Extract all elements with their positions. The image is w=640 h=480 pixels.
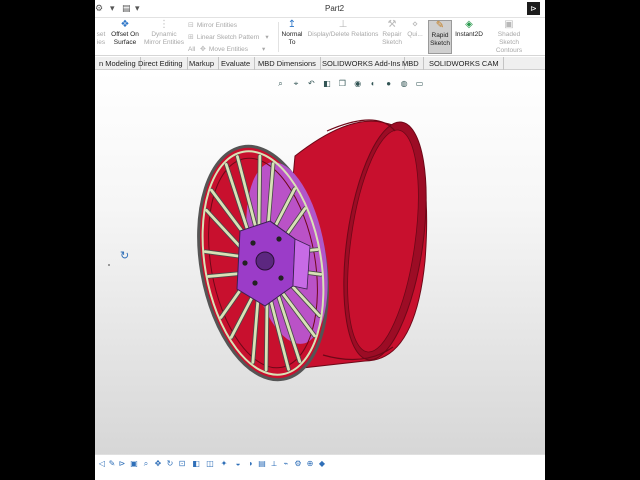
help-icon[interactable]: ◆: [317, 459, 327, 469]
settings-icon[interactable]: ⚙: [293, 459, 303, 469]
tab-direct-editing[interactable]: Direct Editing: [134, 57, 188, 70]
lug-hole: [276, 236, 282, 242]
rapid-sketch-button[interactable]: ✎ Rapid Sketch: [428, 20, 452, 54]
light-icon[interactable]: ✦: [219, 459, 229, 469]
linear-sketch-pattern-button[interactable]: ⊞ Linear Sketch Pattern ▾: [188, 33, 269, 41]
tools-icon[interactable]: ✎: [107, 459, 117, 469]
view-icon[interactable]: ◁: [97, 459, 107, 469]
print-icon[interactable]: ▤: [122, 3, 131, 14]
filter-icon[interactable]: ▣: [129, 459, 139, 469]
quick-snaps-icon: ⋄: [411, 19, 419, 30]
offset-entities-icon: [95, 20, 107, 30]
normal-to-icon: ↥: [287, 19, 297, 30]
quick-snaps-button[interactable]: ⋄ Qui...: [406, 20, 424, 39]
offset-entities-button[interactable]: set ies: [95, 20, 107, 47]
rapid-sketch-icon: ✎: [435, 20, 445, 31]
mirror-entities-button[interactable]: ⊟ Mirror Entities: [188, 21, 237, 29]
center-bore: [255, 251, 275, 271]
window-title: Part2: [325, 4, 345, 13]
sketch-ribbon: set ies ❖ Offset On Surface ⋮ Dynamic Mi…: [95, 18, 545, 56]
repair-icon: ⚒: [387, 19, 397, 30]
tab-evaluate[interactable]: Evaluate: [217, 57, 256, 70]
display-delete-relations-button[interactable]: ⊥ Display/Delete Relations: [307, 20, 379, 39]
shaded-contours-icon: ▣: [504, 19, 514, 30]
normal-to-button[interactable]: ↥ Normal To: [281, 20, 303, 47]
wheel-model[interactable]: [95, 71, 545, 459]
move-icon: ✥: [200, 46, 206, 53]
pan-icon[interactable]: ✥: [153, 459, 163, 469]
solidworks-window: ⚙ ▾ ▤ ▾ Part2 ⊳ set ies ❖ Offset On Surf…: [95, 0, 545, 480]
lug-hole: [278, 275, 284, 281]
tab-solidworks-cam[interactable]: SOLIDWORKS CAM: [425, 57, 504, 70]
options-icon[interactable]: ⚙: [95, 3, 103, 14]
right-letterbox: [545, 0, 640, 480]
repair-sketch-button[interactable]: ⚒ Repair Sketch: [381, 20, 403, 47]
offset-on-surface-button[interactable]: ❖ Offset On Surface: [109, 20, 141, 47]
rotate-cursor-icon: ↻: [120, 250, 130, 262]
select-icon[interactable]: ⊳: [117, 459, 127, 469]
pattern-icon: ⊞: [188, 34, 194, 41]
title-bar: ⚙ ▾ ▤ ▾ Part2 ⊳: [95, 0, 545, 18]
tab-mbd[interactable]: MBD: [398, 57, 424, 70]
mirror-icon: ⊟: [188, 22, 194, 29]
relations-icon: ⊥: [338, 19, 348, 30]
mate-icon[interactable]: ⊕: [305, 459, 315, 469]
zoom-icon[interactable]: ⌕: [141, 459, 151, 469]
lug-hole: [250, 240, 256, 246]
tab-solidworks-add-ins[interactable]: SOLIDWORKS Add-Ins: [318, 57, 406, 70]
tab-mbd-dimensions[interactable]: MBD Dimensions: [254, 57, 321, 70]
section-icon[interactable]: ◧: [191, 459, 201, 469]
search-commands-icon[interactable]: ⊳: [527, 2, 540, 15]
command-manager-tabs: n Modeling Direct Editing Markup Evaluat…: [95, 57, 545, 70]
fit-icon[interactable]: ⊡: [177, 459, 187, 469]
camera-icon[interactable]: ◫: [205, 459, 215, 469]
lug-hole: [252, 280, 258, 286]
scene-icon[interactable]: ◒: [233, 459, 243, 469]
dynamic-mirror-button[interactable]: ⋮ Dynamic Mirror Entities: [143, 20, 185, 47]
left-letterbox: [0, 0, 95, 480]
rotate-icon[interactable]: ↻: [165, 459, 175, 469]
dropdown-icon-2[interactable]: ▾: [135, 3, 140, 14]
dropdown-icon[interactable]: ▾: [110, 3, 115, 14]
measure-icon[interactable]: ⟂: [269, 459, 279, 469]
link-icon[interactable]: ⌁: [281, 459, 291, 469]
instant2d-button[interactable]: ◈ Instant2D: [454, 20, 484, 39]
dynamic-mirror-icon: ⋮: [159, 19, 169, 30]
origin-point: [108, 264, 110, 266]
lug-hole: [242, 260, 248, 266]
shaded-sketch-contours-button[interactable]: ▣ Shaded Sketch Contours: [487, 20, 531, 55]
display-icon[interactable]: ▤: [257, 459, 267, 469]
graphics-area[interactable]: ⌕ ⌖ ↶ ◧ ❒ ◉ ◐ ● ◍ ▭ ↻: [95, 71, 545, 459]
graphics-icon[interactable]: ◑: [245, 459, 255, 469]
tab-markup[interactable]: Markup: [185, 57, 220, 70]
ribbon-separator: [278, 22, 279, 52]
offset-surface-icon: ❖: [120, 19, 130, 30]
instant2d-icon: ◈: [465, 19, 473, 30]
move-entities-button[interactable]: All ✥ Move Entities ▾: [188, 45, 265, 53]
view-toolbar-bottom: ◁ ✎ ⊳ ▣ ⌕ ✥ ↻ ⊡ ◧ ◫ ✦ ◒ ◑ ▤ ⟂ ⌁ ⚙ ⊕ ◆: [95, 454, 545, 480]
